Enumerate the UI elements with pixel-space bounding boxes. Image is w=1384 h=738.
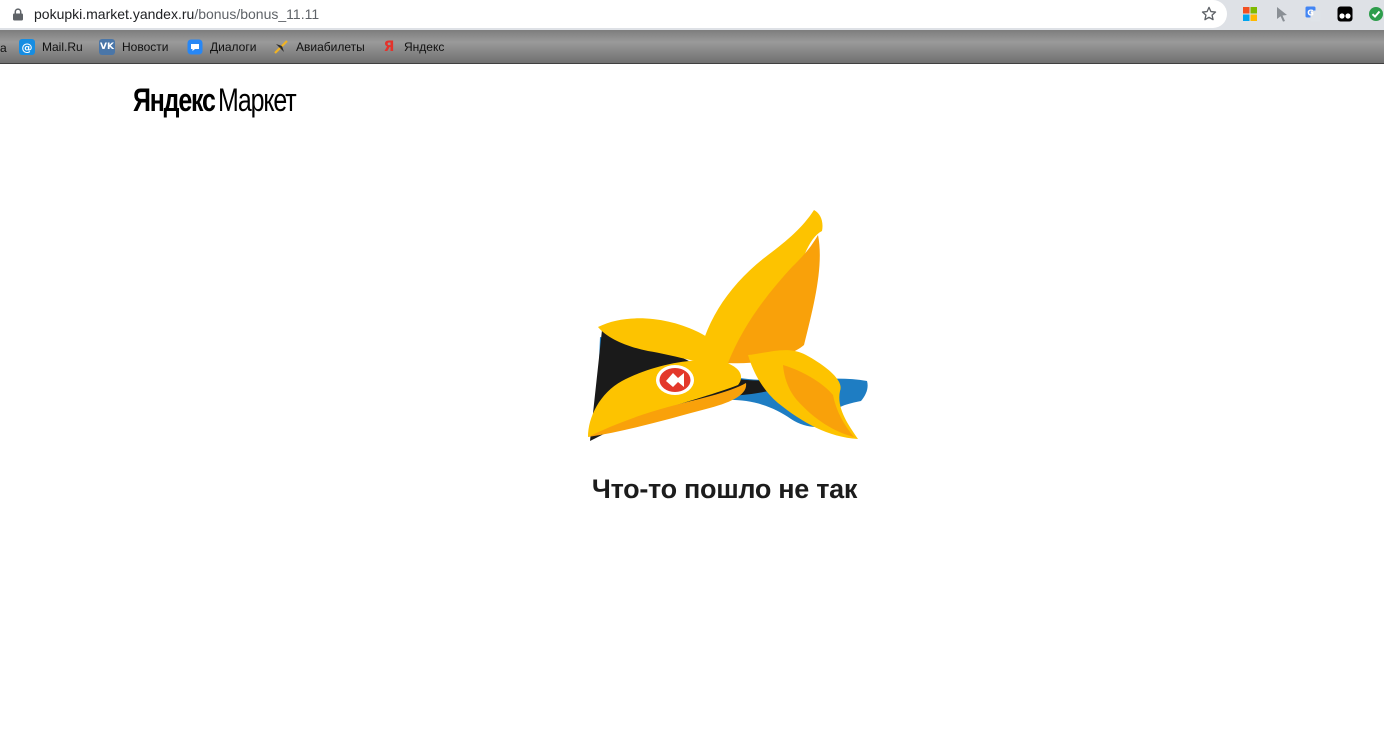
lock-icon[interactable] — [12, 8, 24, 21]
bookmarks-bar: a @ Mail.Ru VK Новости Диалоги Авиабилет… — [0, 30, 1384, 64]
logo-product: Маркет — [218, 82, 297, 118]
url-text[interactable]: pokupki.market.yandex.ru/bonus/bonus_11.… — [34, 6, 319, 22]
bookmark-label: Новости — [122, 40, 169, 54]
plane-icon — [274, 40, 288, 54]
bookmark-star-icon[interactable] — [1200, 5, 1218, 23]
url-path: /bonus/bonus_11.11 — [194, 6, 320, 22]
bookmark-label: Авиабилеты — [296, 40, 365, 54]
bookmark-yandex[interactable]: Я Яндекс — [381, 37, 445, 57]
bookmark-label: Mail.Ru — [42, 40, 83, 54]
cursor-extension-icon[interactable] — [1274, 6, 1290, 22]
bookmark-aviabilety[interactable]: Авиабилеты — [273, 37, 365, 57]
svg-text:G: G — [1307, 9, 1314, 18]
mailru-at-icon: @ — [19, 39, 35, 55]
yandex-market-logo[interactable]: Яндекс Маркет — [133, 80, 297, 120]
windows-extension-icon[interactable] — [1242, 6, 1258, 22]
logo-brand: Яндекс — [133, 82, 216, 118]
error-title: Что-то пошло не так — [591, 474, 858, 504]
browser-toolbar: pokupki.market.yandex.ru/bonus/bonus_11.… — [0, 0, 1384, 30]
chat-bubble-icon — [187, 39, 203, 55]
google-translate-icon[interactable]: G — [1305, 6, 1321, 22]
address-bar[interactable]: pokupki.market.yandex.ru/bonus/bonus_11.… — [0, 0, 1227, 28]
bookmark-mailru[interactable]: @ Mail.Ru — [19, 37, 83, 57]
url-host: pokupki.market.yandex.ru — [34, 6, 195, 22]
bookmark-label: Яндекс — [404, 40, 445, 54]
tampermonkey-icon[interactable] — [1337, 6, 1353, 22]
banana-peel-illustration — [588, 210, 868, 441]
bookmark-novosti[interactable]: VK Новости — [99, 37, 168, 57]
bookmark-label: Диалоги — [210, 40, 257, 54]
yandex-icon: Я — [383, 39, 395, 55]
bookmark-dialogi[interactable]: Диалоги — [187, 37, 256, 57]
vk-icon: VK — [99, 39, 115, 55]
check-extension-icon[interactable] — [1368, 6, 1384, 22]
bookmark-edge-fragment[interactable]: a — [0, 41, 7, 55]
